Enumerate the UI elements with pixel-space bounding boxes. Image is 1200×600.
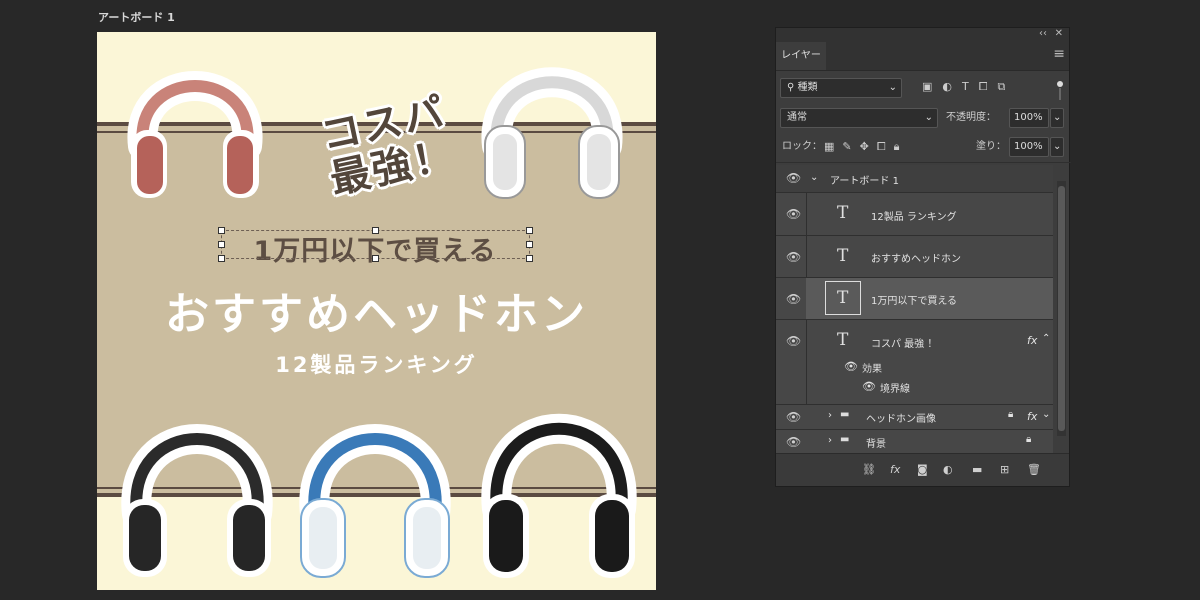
- eye-icon[interactable]: 👁︎: [862, 380, 876, 393]
- stroke-effect-label: 境界線: [880, 384, 910, 395]
- layer-row-artboard[interactable]: 👁︎ ⌄ アートボード 1: [776, 165, 1053, 192]
- eye-icon[interactable]: 👁︎: [844, 360, 858, 373]
- artboard-canvas[interactable]: コスパ 最強！ 1万円以下で買える おすすめヘッドホン 12製品ランキング: [97, 32, 656, 590]
- divider: [806, 193, 807, 235]
- main-title-text: おすすめヘッドホン: [165, 289, 588, 340]
- mask-icon[interactable]: ◙: [917, 463, 928, 476]
- eye-icon[interactable]: 👁︎: [786, 292, 801, 306]
- fx-icon[interactable]: fx: [1027, 410, 1037, 423]
- new-layer-icon[interactable]: ⊞: [1000, 463, 1009, 476]
- folder-icon: ▬: [840, 409, 850, 420]
- black-headphones-image-1: [121, 424, 273, 577]
- layer-name: 1万円以下で買える: [871, 296, 958, 307]
- artboard-title[interactable]: アートボード 1: [98, 9, 175, 25]
- lock-icon: 🔒︎: [1026, 434, 1032, 445]
- layer-row-selected[interactable]: 👁︎ T 1万円以下で買える: [776, 278, 1053, 319]
- folder-icon: ▬: [840, 434, 850, 445]
- layer-row[interactable]: 👁︎ T おすすめヘッドホン: [776, 236, 1053, 277]
- filter-kind-select[interactable]: ⚲ 種類 ⌄: [780, 78, 902, 98]
- opacity-dropdown[interactable]: ⌄: [1050, 108, 1064, 128]
- lock-icon: 🔒︎: [1008, 409, 1014, 420]
- chevron-down-icon[interactable]: ⌄: [1042, 409, 1050, 420]
- panel-tabs: レイヤー ≡: [776, 42, 1069, 71]
- lock-icons[interactable]: ▦✎✥⧠🔒︎: [824, 140, 907, 154]
- layer-name: コスパ 最強 ！: [871, 339, 938, 350]
- effects-label: 効果: [862, 364, 882, 375]
- filter-toggle-stem: [1059, 88, 1061, 100]
- blend-mode-value: 通常: [787, 112, 807, 123]
- divider: [776, 162, 1071, 163]
- fill-dropdown[interactable]: ⌄: [1050, 137, 1064, 157]
- close-icon[interactable]: ✕: [1055, 28, 1063, 39]
- white-headphones-image: [481, 67, 623, 199]
- selection-handle[interactable]: [218, 241, 225, 248]
- text-layer-icon: T: [837, 288, 849, 308]
- layer-name: アートボード 1: [830, 176, 899, 187]
- selection-handle[interactable]: [218, 255, 225, 262]
- eye-icon[interactable]: 👁︎: [786, 171, 801, 185]
- eye-icon[interactable]: 👁︎: [786, 334, 801, 348]
- scrollbar-thumb[interactable]: [1058, 186, 1065, 431]
- divider: [806, 236, 807, 277]
- panel-titlebar: ‹‹ ✕: [776, 28, 1069, 42]
- layer-name: ヘッドホン画像: [866, 414, 936, 425]
- eye-icon[interactable]: 👁︎: [786, 410, 801, 424]
- text-layer-icon: T: [837, 203, 849, 223]
- layer-name: 背景: [866, 439, 886, 450]
- selection-handle[interactable]: [372, 227, 379, 234]
- eye-icon[interactable]: 👁︎: [786, 207, 801, 221]
- collapse-icon[interactable]: ‹‹: [1039, 28, 1047, 39]
- layer-name: おすすめヘッドホン: [871, 254, 961, 265]
- selection-handle[interactable]: [526, 241, 533, 248]
- eye-icon[interactable]: 👁︎: [786, 250, 801, 264]
- layer-row-group[interactable]: 👁︎ › ▬ 背景 🔒︎: [776, 430, 1053, 454]
- selection-handle[interactable]: [526, 227, 533, 234]
- ranking-text: 12製品ランキング: [275, 353, 478, 377]
- lock-label: ロック：: [782, 141, 822, 152]
- blend-mode-select[interactable]: 通常 ⌄: [780, 108, 938, 128]
- eye-icon[interactable]: 👁︎: [786, 435, 801, 449]
- folder-icon[interactable]: ▬: [972, 463, 982, 476]
- panel-menu-icon[interactable]: ≡: [1053, 46, 1065, 62]
- blue-white-headphones-image: [299, 424, 451, 578]
- fx-icon[interactable]: fx: [890, 463, 900, 476]
- text-layer-icon: T: [837, 330, 849, 350]
- panel-footer: ⛓︎ fx ◙ ◐ ▬ ⊞ 🗑︎: [776, 453, 1069, 486]
- fill-input[interactable]: 100%: [1009, 137, 1049, 157]
- link-icon[interactable]: ⛓︎: [862, 463, 876, 476]
- collapse-chevron-icon[interactable]: ⌃: [1042, 333, 1050, 344]
- pink-headphones-image: [127, 71, 263, 198]
- text-layer-icon: T: [837, 246, 849, 266]
- divider: [806, 320, 807, 404]
- layer-name: 12製品 ランキング: [871, 212, 957, 223]
- expand-chevron-icon[interactable]: ›: [828, 435, 832, 446]
- black-headphones-image-2: [481, 413, 637, 578]
- layer-row-group[interactable]: 👁︎ › ▬ ヘッドホン画像 🔒︎ fx ⌄: [776, 405, 1053, 429]
- layer-row[interactable]: 👁︎ T 12製品 ランキング: [776, 193, 1053, 235]
- search-icon: ⚲: [787, 82, 798, 93]
- opacity-input[interactable]: 100%: [1009, 108, 1049, 128]
- filter-toggle[interactable]: [1057, 81, 1063, 87]
- adjustment-icon[interactable]: ◐: [943, 463, 953, 476]
- filter-kind-value: 種類: [797, 82, 818, 93]
- tab-layers[interactable]: レイヤー: [776, 42, 826, 70]
- filter-icons[interactable]: ▣◐T⧠⧉: [922, 80, 1015, 94]
- trash-icon[interactable]: 🗑︎: [1027, 463, 1041, 476]
- layers-panel: ‹‹ ✕ レイヤー ≡ ⚲ 種類 ⌄ ▣◐T⧠⧉ 通常 ⌄ 不透明度： 100%…: [775, 27, 1071, 487]
- chevron-down-icon: ⌄: [888, 82, 897, 93]
- layer-row[interactable]: 👁︎ T コスパ 最強 ！ fx ⌃ 👁︎ 効果 👁︎ 境界線: [776, 320, 1053, 404]
- fill-label: 塗り：: [976, 141, 1006, 152]
- selection-handle[interactable]: [526, 255, 533, 262]
- expand-chevron-icon[interactable]: ›: [828, 410, 832, 421]
- opacity-label: 不透明度：: [946, 112, 996, 123]
- expand-chevron-icon[interactable]: ⌄: [810, 172, 818, 183]
- chevron-down-icon: ⌄: [924, 112, 933, 123]
- selection-handle[interactable]: [218, 227, 225, 234]
- selection-handle[interactable]: [372, 255, 379, 262]
- fx-icon[interactable]: fx: [1027, 334, 1037, 347]
